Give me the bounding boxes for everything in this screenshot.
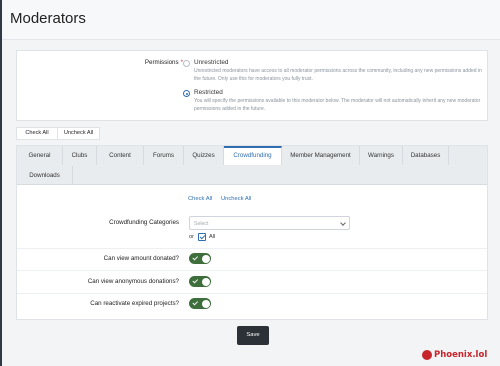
check-icon — [192, 299, 198, 305]
radio-button-selected[interactable] — [183, 90, 190, 97]
reactivate-projects-label: Can reactivate expired projects? — [90, 300, 179, 307]
view-amount-label: Can view amount donated? — [103, 255, 179, 262]
reactivate-projects-toggle[interactable] — [189, 298, 211, 309]
tab-member-management[interactable]: Member Management — [282, 146, 360, 165]
check-all-button[interactable]: Check All — [16, 127, 58, 140]
view-amount-toggle[interactable] — [189, 253, 211, 264]
tab-content[interactable]: Content — [97, 146, 144, 165]
categories-select[interactable]: Select — [189, 216, 350, 230]
tab-forums[interactable]: Forums — [144, 146, 184, 165]
panel-uncheck-all-link[interactable]: Uncheck All — [221, 196, 251, 202]
select-placeholder: Select — [194, 220, 209, 227]
check-icon — [192, 254, 198, 260]
tab-crowdfunding[interactable]: Crowdfunding — [224, 146, 282, 165]
divider — [17, 248, 487, 249]
divider — [17, 270, 487, 271]
tab-bar: General Clubs Content Forums Quizzes Cro… — [17, 146, 487, 185]
toggle-knob — [201, 254, 210, 263]
radio-restricted-description: You will specify the permissions availab… — [194, 98, 481, 112]
radio-restricted-label: Restricted — [194, 89, 223, 96]
tab-clubs[interactable]: Clubs — [63, 146, 97, 165]
permissions-box: Permissions * Unrestricted Unrestricted m… — [16, 50, 488, 121]
all-checkbox-label: All — [209, 234, 216, 240]
view-anonymous-label: Can view anonymous donations? — [87, 278, 179, 285]
tab-databases[interactable]: Databases — [403, 146, 449, 165]
page-title: Moderators — [10, 10, 86, 27]
or-text: or — [189, 234, 194, 240]
divider — [17, 293, 487, 294]
tab-quizzes[interactable]: Quizzes — [184, 146, 224, 165]
tab-downloads[interactable]: Downloads — [17, 166, 73, 185]
radio-unrestricted-description: Unrestricted moderators have access to a… — [194, 68, 482, 82]
panel-check-all-link[interactable]: Check All — [188, 196, 212, 202]
phoenix-logo-icon — [422, 350, 432, 360]
tab-general[interactable]: General — [17, 146, 63, 165]
tab-warnings[interactable]: Warnings — [360, 146, 403, 165]
radio-unrestricted-label: Unrestricted — [194, 59, 229, 66]
chevron-down-icon — [340, 220, 346, 226]
check-icon — [192, 277, 198, 283]
watermark: Phoenix.lol — [434, 350, 488, 360]
page-header: Moderators — [2, 0, 500, 40]
crowdfunding-categories-label: Crowdfunding Categories — [109, 219, 179, 226]
permissions-panel: General Clubs Content Forums Quizzes Cro… — [16, 145, 488, 320]
permissions-label: Permissions * — [144, 59, 183, 66]
all-checkbox[interactable] — [198, 233, 206, 241]
save-button[interactable]: Save — [237, 326, 269, 345]
toggle-knob — [201, 299, 210, 308]
all-categories-row: or All — [189, 233, 215, 241]
uncheck-all-button[interactable]: Uncheck All — [57, 127, 100, 140]
view-anonymous-toggle[interactable] — [189, 276, 211, 287]
toggle-knob — [201, 277, 210, 286]
radio-button[interactable] — [183, 60, 190, 67]
